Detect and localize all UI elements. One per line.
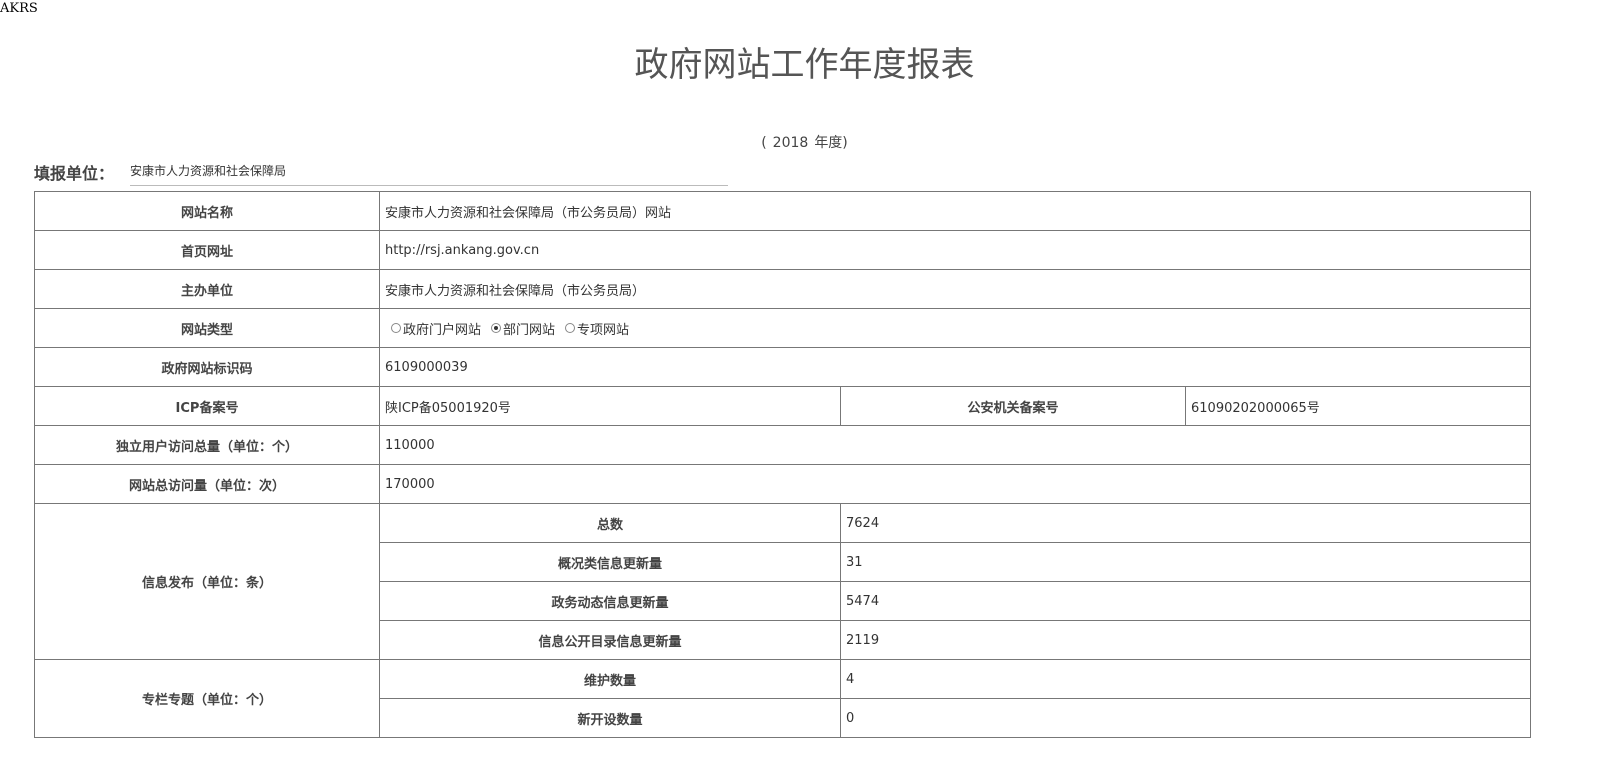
unique-visitors-value: 110000 <box>378 425 1532 465</box>
overview-update-label: 概况类信息更新量 <box>379 542 841 582</box>
radio-department[interactable] <box>491 323 502 333</box>
info-publish-label: 信息发布（单位：条） <box>34 503 380 660</box>
info-total-label: 总数 <box>379 503 841 543</box>
columns-maintained-value: 4 <box>839 659 1532 699</box>
affairs-update-value: 5474 <box>839 581 1532 621</box>
table-row: 政府网站标识码 6109000039 <box>34 347 1532 387</box>
unique-visitors-label: 独立用户访问总量（单位：个） <box>34 425 380 465</box>
police-record-label: 公安机关备案号 <box>840 386 1186 426</box>
page-title: 政府网站工作年度报表 <box>634 45 975 85</box>
total-visits-label: 网站总访问量（单位：次） <box>34 464 380 504</box>
radio-portal[interactable] <box>391 323 401 333</box>
site-id-code-label: 政府网站标识码 <box>34 347 380 387</box>
report-table: 网站名称 安康市人力资源和社会保障局（市公务员局）网站 首页网址 http://… <box>34 191 1532 738</box>
filing-unit-field[interactable]: 安康市人力资源和社会保障局 <box>130 158 728 186</box>
site-id-code-value: 6109000039 <box>378 347 1532 387</box>
table-row: 网站名称 安康市人力资源和社会保障局（市公务员局）网站 <box>34 191 1532 231</box>
disclosure-update-value: 2119 <box>839 620 1532 660</box>
table-row: 首页网址 http://rsj.ankang.gov.cn <box>34 230 1532 270</box>
table-row: 网站总访问量（单位：次） 170000 <box>34 464 1532 504</box>
radio-option-portal[interactable]: 政府门户网站 <box>385 319 481 338</box>
radio-special[interactable] <box>565 323 576 333</box>
year-value: 2018 <box>772 135 809 151</box>
corner-tag: AKRS <box>0 1 38 16</box>
police-record-value: 61090202000065号 <box>1184 386 1532 426</box>
icp-label: ICP备案号 <box>34 386 380 426</box>
table-row: 专栏专题（单位：个） 维护数量 4 <box>34 659 1532 738</box>
total-visits-value: 170000 <box>378 464 1532 504</box>
columns-new-label: 新开设数量 <box>379 698 841 738</box>
table-row: 独立用户访问总量（单位：个） 110000 <box>34 425 1532 465</box>
table-row: 信息发布（单位：条） 总数 7624 <box>34 503 1532 660</box>
columns-label: 专栏专题（单位：个） <box>34 659 380 738</box>
columns-maintained-label: 维护数量 <box>379 659 841 699</box>
icp-value: 陕ICP备05001920号 <box>379 386 841 426</box>
radio-label-portal: 政府门户网站 <box>403 322 482 338</box>
homepage-url-value: http://rsj.ankang.gov.cn <box>378 230 1532 270</box>
site-name-label: 网站名称 <box>34 191 380 231</box>
overview-update-value: 31 <box>839 542 1532 582</box>
radio-option-special[interactable]: 专项网站 <box>559 319 629 338</box>
sponsor-value: 安康市人力资源和社会保障局（市公务员局） <box>378 269 1532 309</box>
site-type-options: 政府门户网站 部门网站 专项网站 <box>378 308 1532 348</box>
radio-option-department[interactable]: 部门网站 <box>485 319 555 338</box>
sponsor-label: 主办单位 <box>34 269 380 309</box>
site-type-label: 网站类型 <box>34 308 380 348</box>
info-total-value: 7624 <box>839 503 1532 543</box>
table-row: 网站类型 政府门户网站 部门网站 专项网站 <box>34 308 1532 348</box>
site-name-value: 安康市人力资源和社会保障局（市公务员局）网站 <box>378 191 1532 231</box>
disclosure-update-label: 信息公开目录信息更新量 <box>379 620 841 660</box>
columns-new-value: 0 <box>839 698 1532 738</box>
table-row: ICP备案号 陕ICP备05001920号 公安机关备案号 6109020200… <box>34 386 1532 426</box>
radio-label-department: 部门网站 <box>503 322 556 338</box>
affairs-update-label: 政务动态信息更新量 <box>379 581 841 621</box>
filing-unit-label: 填报单位： <box>34 164 115 183</box>
report-year: (2018 年度) <box>0 133 1609 153</box>
year-open: ( <box>761 135 767 151</box>
filing-unit-row: 填报单位： 安康市人力资源和社会保障局 <box>34 158 728 186</box>
radio-label-special: 专项网站 <box>577 322 630 338</box>
year-suffix: 年度) <box>814 135 848 151</box>
homepage-url-label: 首页网址 <box>34 230 380 270</box>
table-row: 主办单位 安康市人力资源和社会保障局（市公务员局） <box>34 269 1532 309</box>
